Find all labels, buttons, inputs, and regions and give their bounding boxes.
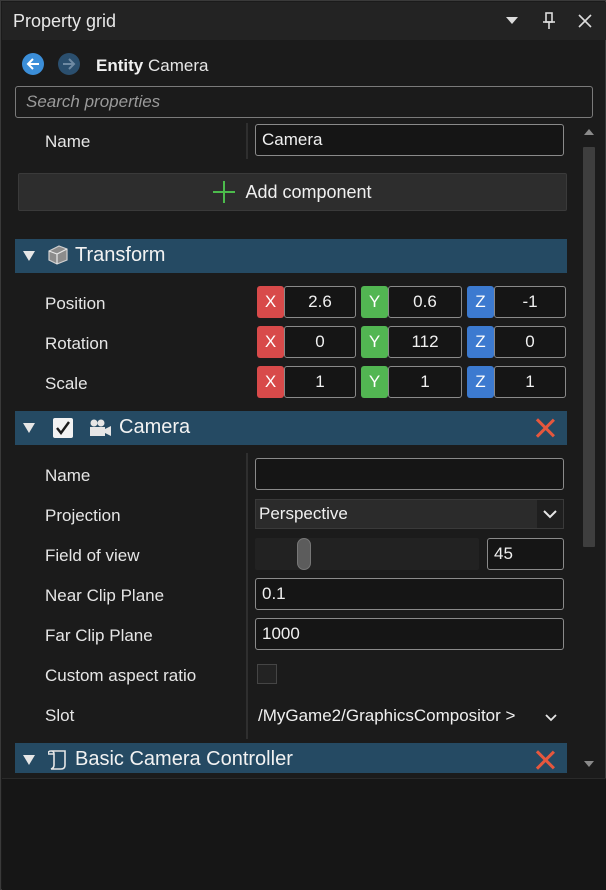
entity-kind: Entity	[96, 56, 144, 75]
entity-name: Camera	[147, 56, 209, 75]
near-clip-label: Near Clip Plane	[45, 586, 165, 605]
axis-x-badge: X	[257, 326, 284, 358]
fov-field[interactable]	[487, 538, 564, 570]
fov-slider-thumb[interactable]	[297, 538, 311, 570]
entity-name-label: Name	[45, 132, 91, 151]
scale-x-field[interactable]	[284, 366, 356, 398]
chevron-down-icon[interactable]	[545, 707, 557, 727]
add-component-label: Add component	[245, 181, 372, 202]
camera-title: Camera	[119, 416, 191, 438]
vertical-scrollbar[interactable]	[580, 123, 598, 773]
rotation-label: Rotation	[45, 334, 109, 353]
collapse-triangle-icon[interactable]	[23, 423, 35, 433]
axis-y-badge: Y	[361, 286, 388, 318]
far-clip-field[interactable]	[255, 618, 564, 650]
entity-name-field[interactable]	[255, 124, 564, 156]
properties-content: Name Add component Transform Position X …	[2, 123, 582, 773]
transform-cube-icon	[47, 245, 69, 270]
panel-title: Property grid	[13, 11, 117, 31]
scale-y-field[interactable]	[388, 366, 462, 398]
forward-arrow-icon[interactable]	[58, 53, 80, 75]
script-icon	[47, 749, 68, 773]
property-grid-panel: Property grid Entity Camera Name	[0, 0, 606, 890]
scroll-up-arrow-icon[interactable]	[584, 129, 594, 135]
rotation-y-field[interactable]	[388, 326, 462, 358]
projection-select[interactable]: Perspective	[255, 499, 564, 529]
scale-z-field[interactable]	[494, 366, 566, 398]
chevron-down-icon[interactable]	[537, 500, 563, 528]
camera-icon	[89, 418, 113, 443]
position-y-field[interactable]	[388, 286, 462, 318]
transform-title: Transform	[75, 244, 166, 266]
remove-x-icon[interactable]	[533, 416, 557, 440]
remove-x-icon[interactable]	[533, 748, 557, 772]
rotation-z-field[interactable]	[494, 326, 566, 358]
axis-y-badge: Y	[361, 366, 388, 398]
position-z-field[interactable]	[494, 286, 566, 318]
empty-panel-area	[2, 778, 606, 890]
position-x-field[interactable]	[284, 286, 356, 318]
navigation-bar: Entity Camera	[2, 45, 606, 83]
axis-z-badge: Z	[467, 286, 494, 318]
far-clip-label: Far Clip Plane	[45, 626, 153, 645]
projection-label: Projection	[45, 506, 121, 525]
projection-value: Perspective	[259, 504, 348, 523]
axis-y-badge: Y	[361, 326, 388, 358]
axis-z-badge: Z	[467, 366, 494, 398]
panel-titlebar: Property grid	[2, 2, 606, 40]
transform-section-header[interactable]: Transform	[15, 239, 567, 273]
axis-x-badge: X	[257, 286, 284, 318]
add-component-button[interactable]: Add component	[18, 173, 567, 211]
custom-aspect-checkbox[interactable]	[257, 664, 277, 684]
near-clip-field[interactable]	[255, 578, 564, 610]
slot-label: Slot	[45, 706, 75, 725]
fov-label: Field of view	[45, 546, 140, 565]
scroll-down-arrow-icon[interactable]	[584, 761, 594, 767]
axis-z-badge: Z	[467, 326, 494, 358]
column-divider	[246, 453, 248, 739]
rotation-x-field[interactable]	[284, 326, 356, 358]
back-arrow-icon[interactable]	[22, 53, 44, 75]
slot-value[interactable]: /MyGame2/GraphicsCompositor >	[258, 706, 515, 726]
close-icon[interactable]	[572, 8, 598, 34]
entity-breadcrumb: Entity Camera	[96, 56, 208, 76]
camera-name-field[interactable]	[255, 458, 564, 490]
position-label: Position	[45, 294, 106, 313]
scale-label: Scale	[45, 374, 88, 393]
pin-icon[interactable]	[536, 8, 562, 34]
column-divider	[246, 123, 248, 159]
camera-name-label: Name	[45, 466, 91, 485]
collapse-triangle-icon[interactable]	[23, 251, 35, 261]
controller-section-header[interactable]: Basic Camera Controller	[15, 743, 567, 773]
scrollbar-thumb[interactable]	[583, 147, 595, 547]
custom-aspect-label: Custom aspect ratio	[45, 666, 197, 685]
fov-slider[interactable]	[255, 538, 479, 570]
controller-title: Basic Camera Controller	[75, 748, 293, 770]
axis-x-badge: X	[257, 366, 284, 398]
chevron-down-icon[interactable]	[499, 8, 525, 34]
camera-section-header[interactable]: Camera	[15, 411, 567, 445]
plus-icon	[213, 181, 236, 203]
search-input[interactable]	[15, 86, 593, 118]
collapse-triangle-icon[interactable]	[23, 755, 35, 765]
camera-enabled-checkbox[interactable]	[53, 418, 73, 438]
